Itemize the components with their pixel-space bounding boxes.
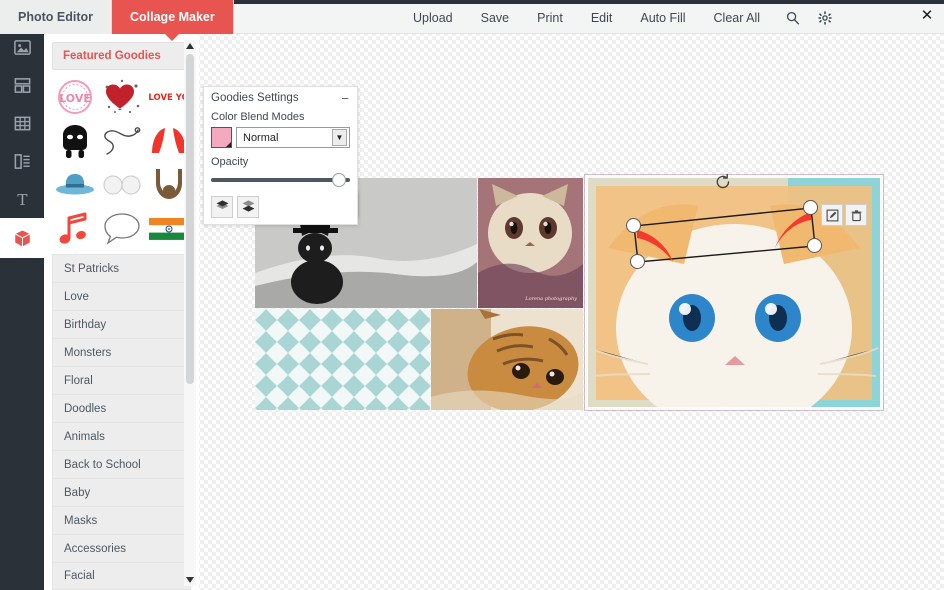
category-st-patricks[interactable]: St Patricks xyxy=(52,254,191,282)
featured-goodies-header[interactable]: Featured Goodies xyxy=(52,42,191,70)
blend-row: Normal ▼ xyxy=(211,127,350,148)
photo-cell-tabby-kitten[interactable] xyxy=(431,309,583,410)
category-birthday[interactable]: Birthday xyxy=(52,310,191,338)
rail-item-layout[interactable] xyxy=(0,66,44,104)
opacity-label: Opacity xyxy=(211,156,350,168)
layer-order-buttons xyxy=(211,196,350,218)
sticker-snake[interactable] xyxy=(99,120,144,162)
toolbar-print-button[interactable]: Print xyxy=(523,3,577,33)
goodies-settings-header: Goodies Settings − xyxy=(204,87,357,109)
photo-cell-sepia-kitten[interactable]: Lorena photography xyxy=(478,178,583,308)
goodies-settings-body: Color Blend Modes Normal ▼ Opacity xyxy=(204,109,357,224)
sticker-love-stamp[interactable]: LOVE xyxy=(52,76,97,118)
main-tab-bar: Photo Editor Collage Maker xyxy=(0,0,234,34)
rail-item-stack[interactable] xyxy=(0,142,44,180)
sticker-transform-box[interactable] xyxy=(625,196,821,266)
svg-text:Lorena photography: Lorena photography xyxy=(524,296,577,302)
scroll-down-arrow[interactable] xyxy=(184,574,196,586)
opacity-slider-track xyxy=(211,178,350,182)
svg-text:LOVE: LOVE xyxy=(59,92,91,105)
rotate-icon[interactable] xyxy=(713,172,733,192)
app-root: ✕ Photo Editor Collage Maker Upload Save… xyxy=(0,0,944,590)
send-backward-button[interactable] xyxy=(237,196,259,218)
goodies-sidebar: Featured Goodies LOVE xyxy=(44,34,199,590)
category-facial[interactable]: Facial xyxy=(52,562,191,590)
scrollbar-thumb[interactable] xyxy=(186,54,194,384)
sticker-glasses[interactable] xyxy=(99,164,144,206)
toolbar-upload-button[interactable]: Upload xyxy=(399,3,467,33)
category-monsters[interactable]: Monsters xyxy=(52,338,191,366)
main-toolbar: Upload Save Print Edit Auto Fill Clear A… xyxy=(199,2,944,34)
rail-item-goodies[interactable] xyxy=(0,218,44,258)
tab-photo-editor[interactable]: Photo Editor xyxy=(0,0,112,34)
toolbar-auto-fill-button[interactable]: Auto Fill xyxy=(626,3,699,33)
toolbar-save-button[interactable]: Save xyxy=(467,3,524,33)
category-baby[interactable]: Baby xyxy=(52,478,191,506)
category-doodles[interactable]: Doodles xyxy=(52,394,191,422)
toolbar-items: Upload Save Print Edit Auto Fill Clear A… xyxy=(399,3,838,33)
category-animals[interactable]: Animals xyxy=(52,422,191,450)
left-tool-rail: T xyxy=(0,4,44,590)
category-floral[interactable]: Floral xyxy=(52,366,191,394)
category-accessories[interactable]: Accessories xyxy=(52,534,191,562)
transform-handle-top-right[interactable] xyxy=(803,200,818,215)
blend-mode-select[interactable]: Normal ▼ xyxy=(236,127,350,148)
trash-icon[interactable] xyxy=(845,204,867,226)
category-love[interactable]: Love xyxy=(52,282,191,310)
transform-handle-top-left[interactable] xyxy=(626,218,641,233)
sticker-speech-bubble[interactable] xyxy=(99,208,144,250)
opacity-slider[interactable] xyxy=(211,172,350,188)
category-list: St Patricks Love Birthday Monsters Flora… xyxy=(52,254,191,590)
sticker-ninja[interactable] xyxy=(52,120,97,162)
transform-handle-bottom-left[interactable] xyxy=(630,254,645,269)
category-masks[interactable]: Masks xyxy=(52,506,191,534)
search-icon[interactable] xyxy=(780,3,806,33)
category-back-to-school[interactable]: Back to School xyxy=(52,450,191,478)
opacity-slider-handle[interactable] xyxy=(332,173,346,187)
gear-icon[interactable] xyxy=(812,3,838,33)
rail-item-grid[interactable] xyxy=(0,104,44,142)
close-window-button[interactable]: ✕ xyxy=(916,4,938,26)
minimize-button[interactable]: − xyxy=(341,92,349,105)
scroll-up-arrow[interactable] xyxy=(184,40,196,52)
bring-forward-button[interactable] xyxy=(211,196,233,218)
photo-cell-pattern-placeholder[interactable] xyxy=(255,309,430,410)
goodies-settings-panel: Goodies Settings − Color Blend Modes Nor… xyxy=(203,86,358,225)
svg-text:T: T xyxy=(17,191,27,209)
rail-item-text[interactable]: T xyxy=(0,180,44,218)
sticker-heart-splatter[interactable] xyxy=(99,76,144,118)
toolbar-clear-all-button[interactable]: Clear All xyxy=(700,3,775,33)
toolbar-edit-button[interactable]: Edit xyxy=(577,3,627,33)
sticker-grid: LOVE I LOVE YOU xyxy=(52,76,191,250)
goodies-settings-title: Goodies Settings xyxy=(211,92,299,104)
sidebar-scrollbar[interactable] xyxy=(184,40,196,586)
blend-mode-value: Normal xyxy=(243,132,278,144)
sticker-action-buttons xyxy=(819,204,867,226)
sticker-blue-hat[interactable] xyxy=(52,164,97,206)
color-swatch-button[interactable] xyxy=(211,127,232,148)
edit-pencil-icon[interactable] xyxy=(821,204,843,226)
tab-collage-maker[interactable]: Collage Maker xyxy=(112,0,234,34)
color-blend-modes-label: Color Blend Modes xyxy=(211,111,350,123)
sticker-music-notes[interactable] xyxy=(52,208,97,250)
transform-handle-bottom-right[interactable] xyxy=(807,238,822,253)
red-horns-sticker-instance[interactable] xyxy=(625,196,821,266)
chevron-down-icon[interactable]: ▼ xyxy=(332,129,347,146)
